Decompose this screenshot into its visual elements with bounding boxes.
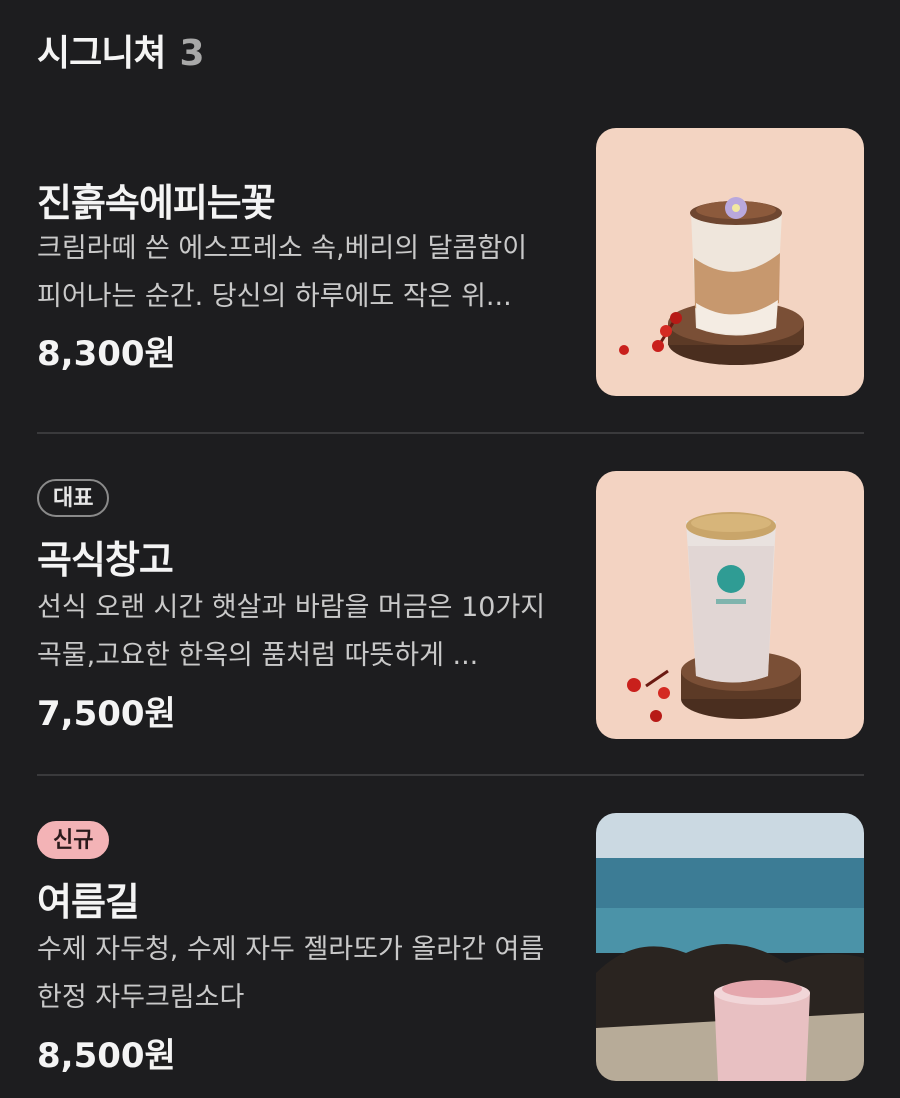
menu-item-3[interactable]: 신규 여름길 수제 자두청, 수제 자두 젤라또가 올라간 여름한정 자두크림소… [37,813,864,1081]
menu-item-description: 선식 오랜 시간 햇살과 바람을 머금은 10가지 곡물,고요한 한옥의 품처럼… [37,592,546,671]
menu-item-name: 여름길 [37,880,140,924]
menu-item-price: 7,500원 [37,694,176,734]
divider [37,774,864,776]
menu-item-description: 크림라떼 쓴 에스프레소 속,베리의 달콤함이 피어나는 순간. 당신의 하루에… [37,233,528,312]
badge-new: 신규 [37,821,110,859]
menu-item-description: 수제 자두청, 수제 자두 젤라또가 올라간 여름한정 자두크림소다 [37,934,545,1013]
menu-item-2[interactable]: 대표 곡식창고 선식 오랜 시간 햇살과 바람을 머금은 10가지 곡물,고요한… [37,471,864,739]
plum-soda-photo [596,813,864,1081]
menu-item-price: 8,300원 [37,334,176,374]
section-header: 시그니쳐 3 [37,24,205,76]
divider [37,432,864,434]
latte-drink-photo [596,128,864,396]
menu-item-text: 진흙속에피는꽃 크림라떼 쓴 에스프레소 속,베리의 달콤함이 피어나는 순간.… [37,128,557,396]
menu-item-1[interactable]: 진흙속에피는꽃 크림라떼 쓴 에스프레소 속,베리의 달콤함이 피어나는 순간.… [37,128,864,396]
badge-signature: 대표 [37,479,110,517]
section-title: 시그니쳐 [37,33,166,74]
menu-item-text: 대표 곡식창고 선식 오랜 시간 햇살과 바람을 머금은 10가지 곡물,고요한… [37,471,557,739]
menu-item-name: 진흙속에피는꽃 [37,181,276,225]
section-count: 3 [179,33,205,74]
menu-item-name: 곡식창고 [37,538,174,582]
menu-item-price: 8,500원 [37,1036,176,1076]
menu-item-text: 신규 여름길 수제 자두청, 수제 자두 젤라또가 올라간 여름한정 자두크림소… [37,813,557,1081]
grain-drink-photo [596,471,864,739]
